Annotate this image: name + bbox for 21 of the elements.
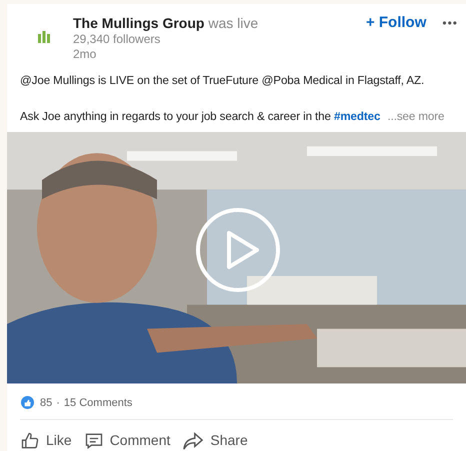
like-reaction-icon xyxy=(21,396,34,410)
reaction-count[interactable]: 85 xyxy=(40,394,52,411)
share-action-button[interactable]: Share xyxy=(182,430,248,451)
follow-button[interactable]: + Follow xyxy=(366,14,426,32)
logo-icon xyxy=(38,31,50,43)
see-more-link[interactable]: ...see more xyxy=(387,110,444,123)
share-arrow-icon xyxy=(182,430,204,450)
like-action-button[interactable]: Like xyxy=(20,430,72,451)
play-icon[interactable] xyxy=(195,207,281,293)
follower-count: 29,340 followers xyxy=(73,32,162,47)
more-menu-button[interactable]: ••• xyxy=(442,14,458,32)
author-line: The Mullings Group was live xyxy=(73,14,260,32)
separator-dot: · xyxy=(56,396,60,410)
comment-icon xyxy=(84,430,104,450)
hashtag-link[interactable]: #medtec xyxy=(334,110,380,123)
post-text: Ask Joe anything in regards to your job search & career in the #medtec ...see more xyxy=(20,109,446,125)
comment-count[interactable]: 15 Comments xyxy=(64,394,132,411)
thumbs-up-icon xyxy=(20,430,40,450)
comment-action-button[interactable]: Comment xyxy=(84,430,170,451)
post-text: @Joe Mullings is LIVE on the set of TrueFuture @Poba Medical in Flagstaff, AZ. xyxy=(20,73,426,89)
post-age: 2mo xyxy=(73,47,98,62)
